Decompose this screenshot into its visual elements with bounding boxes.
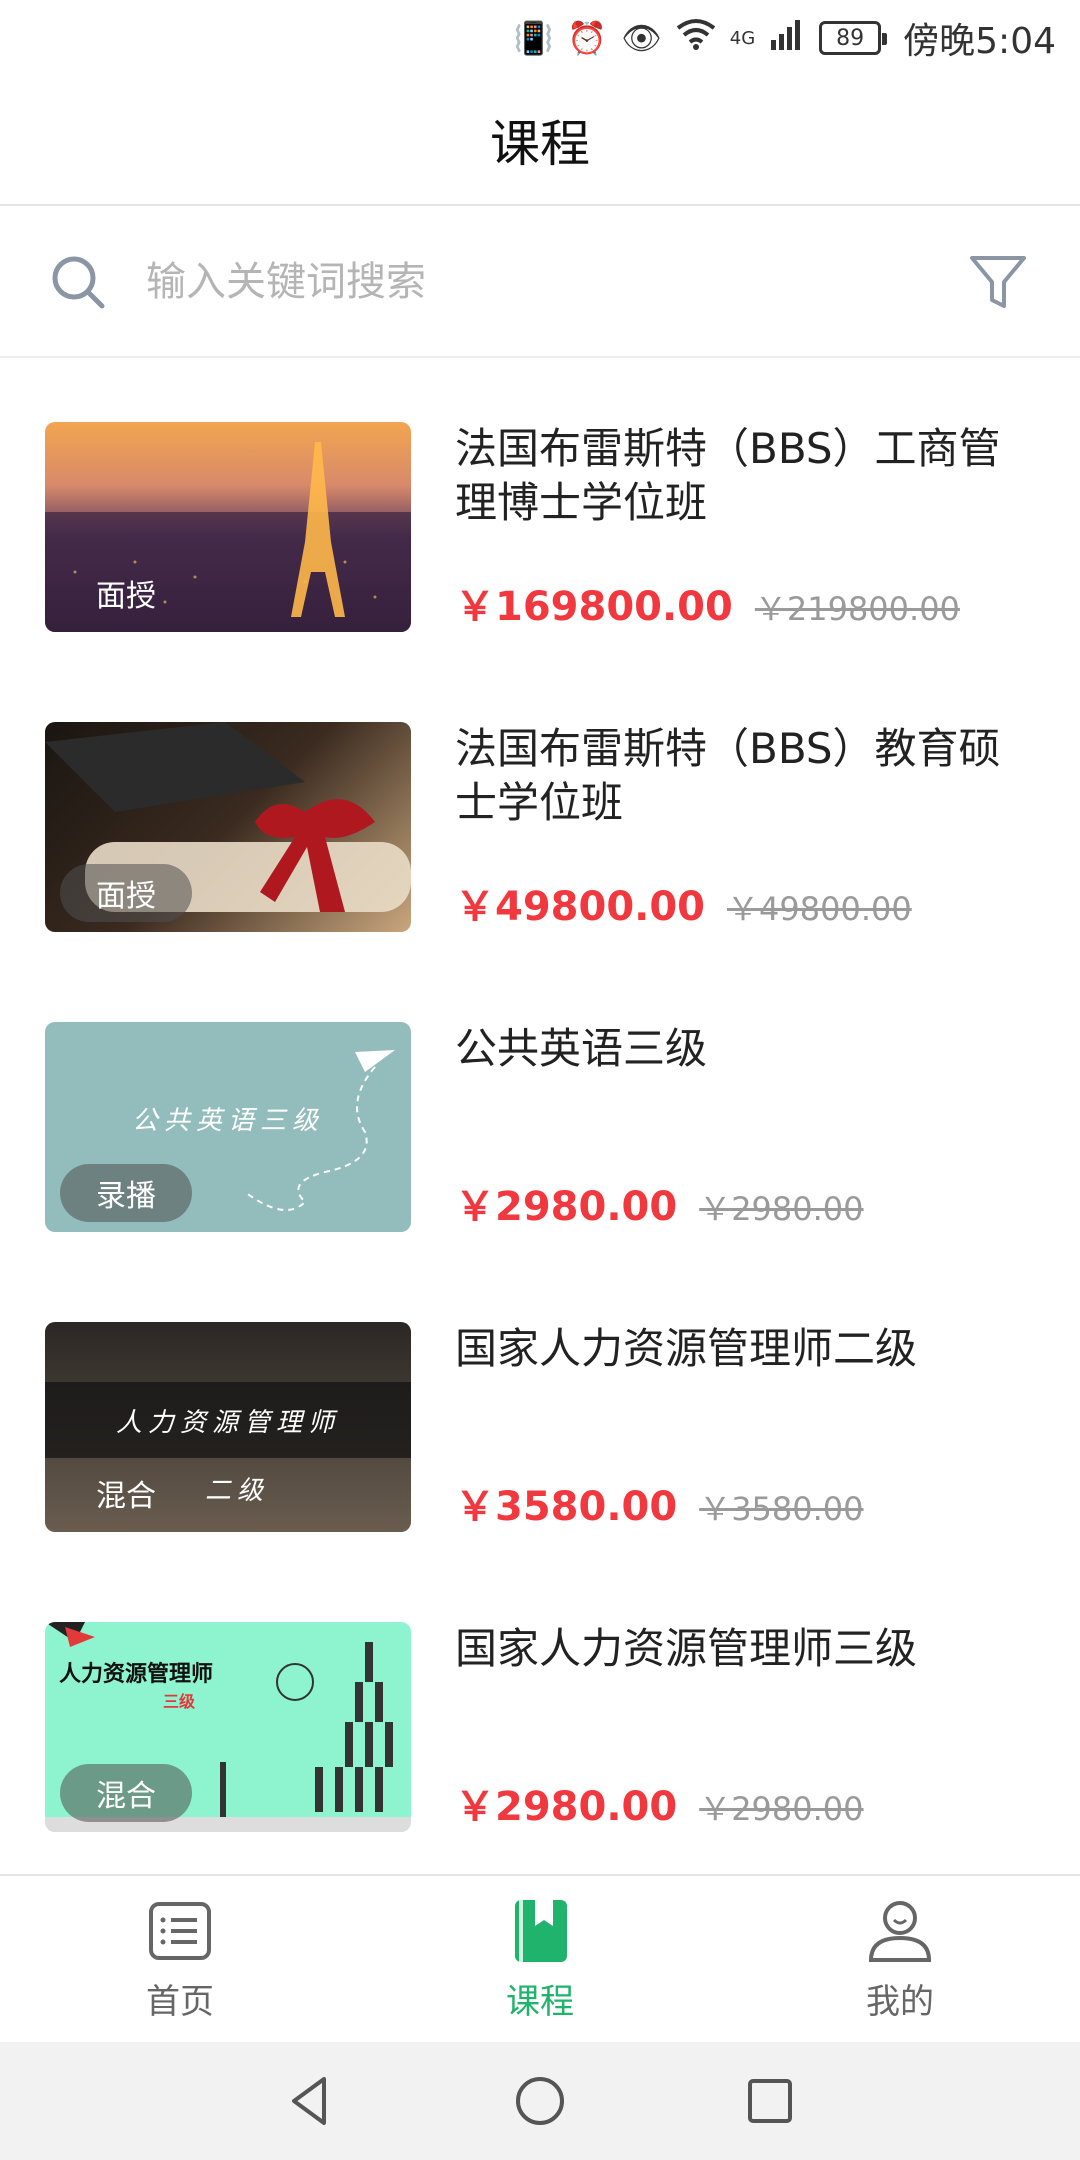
course-thumbnail[interactable]: 公共英语三级 录播	[45, 1022, 411, 1232]
eye-icon: 👁	[621, 19, 662, 57]
course-info: 公共英语三级 ￥2980.00 ￥2980.00	[455, 1022, 1035, 1232]
course-info: 国家人力资源管理师三级 ￥2980.00 ￥2980.00	[455, 1622, 1035, 1832]
list-icon	[149, 1901, 211, 1960]
tab-courses[interactable]: 课程	[410, 1896, 670, 2023]
tab-home[interactable]: 首页	[50, 1896, 310, 2023]
course-thumbnail[interactable]: 面授	[45, 722, 411, 932]
thumbnail-text: 人力资源管理师	[115, 1408, 340, 1438]
course-title: 国家人力资源管理师三级	[455, 1624, 918, 1673]
course-item[interactable]: 面授 法国布雷斯特（BBS）工商管理博士学位班 ￥169800.00 ￥2198…	[0, 360, 1080, 660]
home-circle-icon[interactable]	[510, 2071, 570, 2131]
course-original-price: ￥49800.00	[727, 890, 912, 928]
status-bar: 📳 ⏰ 👁 4G 89 傍晚5:04	[0, 0, 1080, 76]
price-row: ￥2980.00 ￥2980.00	[455, 1174, 864, 1232]
wifi-icon	[676, 18, 716, 58]
thumbnail-subtext: 三级	[163, 1692, 196, 1711]
course-type-tag: 面授	[60, 864, 192, 922]
course-original-price: ￥3580.00	[699, 1490, 864, 1528]
course-thumbnail[interactable]: 人力资源管理师 二级 混合	[45, 1322, 411, 1532]
course-original-price: ￥219800.00	[754, 590, 960, 628]
course-title: 法国布雷斯特（BBS）教育硕士学位班	[455, 724, 1001, 827]
signal-icon	[769, 18, 805, 58]
course-item[interactable]: 人力资源管理师 三级 混合 国家人力资源管理师三级 ￥2980.00 ￥2980…	[0, 1560, 1080, 1860]
course-price: ￥169800.00	[455, 584, 733, 630]
thumbnail-subtext: 二级	[205, 1476, 270, 1506]
alarm-icon: ⏰	[567, 19, 608, 57]
search-bar	[0, 208, 1080, 358]
search-icon[interactable]	[50, 254, 106, 310]
course-item[interactable]: 面授 法国布雷斯特（BBS）教育硕士学位班 ￥49800.00 ￥49800.0…	[0, 660, 1080, 960]
status-time: 傍晚5:04	[903, 21, 1056, 62]
course-item[interactable]: 公共英语三级 录播 公共英语三级 ￥2980.00 ￥2980.00	[0, 960, 1080, 1260]
course-thumbnail[interactable]: 人力资源管理师 三级 混合	[45, 1622, 411, 1832]
bottom-tab-bar: 首页 课程 我的	[0, 1874, 1080, 2042]
course-list: 面授 法国布雷斯特（BBS）工商管理博士学位班 ￥169800.00 ￥2198…	[0, 360, 1080, 1860]
course-price: ￥3580.00	[455, 1484, 678, 1530]
thumbnail-text: 人力资源管理师	[59, 1662, 214, 1687]
course-price: ￥2980.00	[455, 1184, 678, 1230]
battery-icon: 89	[819, 21, 888, 55]
course-price: ￥49800.00	[455, 884, 706, 930]
filter-icon[interactable]	[966, 250, 1030, 314]
page-title: 课程	[490, 115, 590, 173]
course-original-price: ￥2980.00	[699, 1190, 864, 1228]
price-row: ￥2980.00 ￥2980.00	[455, 1774, 864, 1832]
user-icon	[868, 1900, 932, 1962]
course-title: 法国布雷斯特（BBS）工商管理博士学位班	[455, 424, 1001, 527]
tab-label: 我的	[866, 1981, 934, 2022]
course-info: 国家人力资源管理师二级 ￥3580.00 ￥3580.00	[455, 1322, 1035, 1532]
price-row: ￥49800.00 ￥49800.00	[455, 874, 912, 932]
course-type-tag: 混合	[96, 1479, 156, 1514]
system-nav-bar	[0, 2042, 1080, 2160]
network-label: 4G	[729, 27, 756, 49]
course-original-price: ￥2980.00	[699, 1790, 864, 1828]
price-row: ￥169800.00 ￥219800.00	[455, 574, 960, 632]
thumbnail-text: 公共英语三级	[131, 1106, 324, 1136]
bookmark-book-icon	[515, 1899, 567, 1962]
tab-label: 课程	[506, 1981, 574, 2022]
course-price: ￥2980.00	[455, 1784, 678, 1830]
price-row: ￥3580.00 ￥3580.00	[455, 1474, 864, 1532]
course-info: 法国布雷斯特（BBS）工商管理博士学位班 ￥169800.00 ￥219800.…	[455, 422, 1035, 632]
course-title: 国家人力资源管理师二级	[455, 1324, 918, 1373]
course-info: 法国布雷斯特（BBS）教育硕士学位班 ￥49800.00 ￥49800.00	[455, 722, 1035, 932]
tab-profile[interactable]: 我的	[770, 1896, 1030, 2023]
back-icon[interactable]	[280, 2071, 340, 2131]
recents-square-icon[interactable]	[740, 2071, 800, 2131]
course-type-tag: 面授	[96, 579, 156, 614]
course-type-tag: 混合	[60, 1764, 192, 1822]
course-type-tag: 录播	[60, 1164, 192, 1222]
course-item[interactable]: 人力资源管理师 二级 混合 国家人力资源管理师二级 ￥3580.00 ￥3580…	[0, 1260, 1080, 1560]
search-input[interactable]	[146, 259, 966, 305]
title-bar: 课程	[0, 76, 1080, 206]
status-icons: 📳 ⏰ 👁 4G 89	[513, 18, 888, 58]
vibrate-icon: 📳	[513, 19, 554, 57]
course-title: 公共英语三级	[455, 1024, 708, 1073]
course-thumbnail[interactable]: 面授	[45, 422, 411, 632]
tab-label: 首页	[146, 1981, 214, 2022]
